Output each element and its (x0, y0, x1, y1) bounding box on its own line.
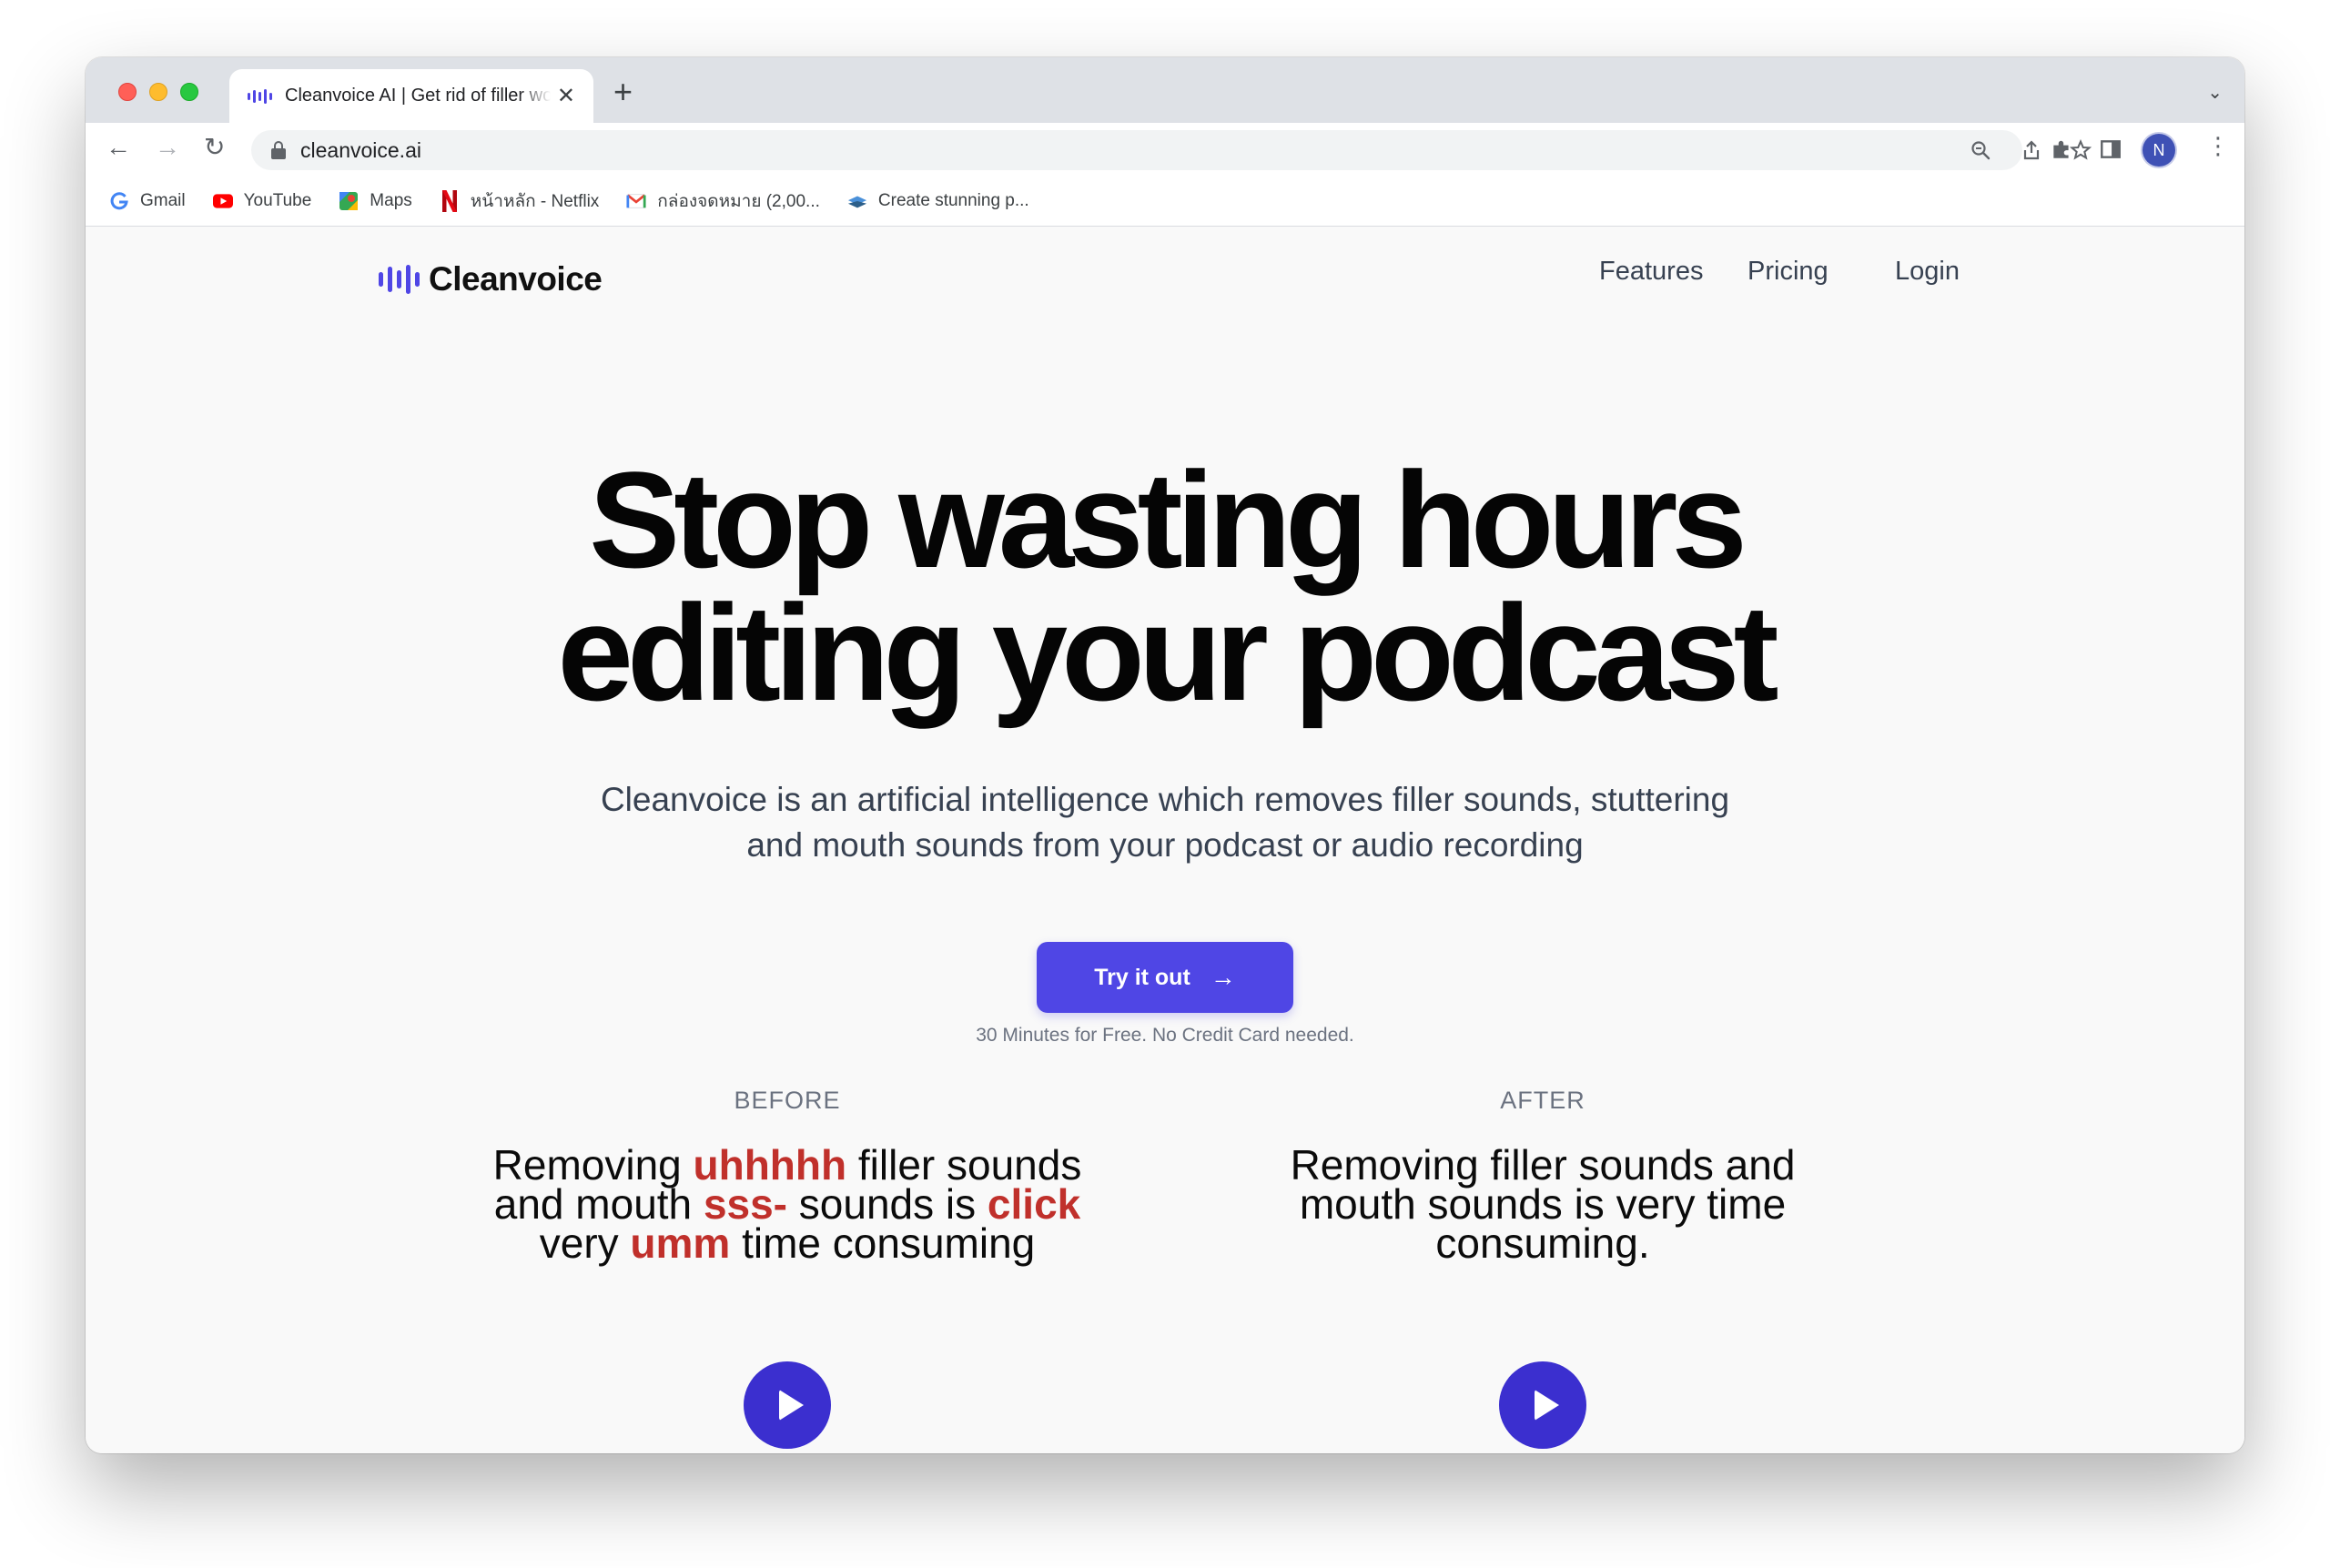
bookmark-gmail-inbox[interactable]: กล่องจดหมาย (2,00... (626, 187, 820, 215)
transcript-text: very (539, 1219, 631, 1267)
subtitle-line-2: and mouth sounds from your podcast or au… (746, 826, 1584, 864)
zoom-icon[interactable] (1970, 139, 1991, 165)
cta-label: Try it out (1094, 964, 1190, 990)
bookmark-label: Gmail (140, 190, 186, 210)
bookmark-gmail[interactable]: Gmail (109, 191, 186, 211)
filler-word: umm (630, 1219, 731, 1267)
tab-search-chevron-icon[interactable]: ⌄ (2207, 81, 2223, 104)
play-after-button[interactable] (1499, 1361, 1586, 1449)
tab-strip: Cleanvoice AI | Get rid of filler words … (86, 57, 2244, 123)
waveform-logo-icon (379, 265, 420, 294)
browser-toolbar: ← → ↻ cleanvoice.ai N ⋮ (86, 123, 2244, 176)
browser-tab-active[interactable]: Cleanvoice AI | Get rid of filler words … (229, 69, 593, 123)
share-icon[interactable] (2021, 139, 2042, 165)
minimize-window-button[interactable] (149, 83, 167, 101)
tab-close-icon[interactable]: ✕ (557, 85, 575, 107)
back-arrow-icon[interactable]: ← (106, 135, 131, 160)
transcript-text: consuming. (1435, 1219, 1650, 1267)
gmail-icon (626, 191, 646, 211)
extensions-puzzle-icon[interactable] (2050, 137, 2073, 166)
bookmarks-bar: Gmail YouTube Maps หน้าหลัก - Netflix กล… (86, 176, 2244, 227)
address-bar[interactable]: cleanvoice.ai (251, 130, 2092, 170)
nav-pricing[interactable]: Pricing (1748, 257, 1829, 287)
before-label: BEFORE (734, 1087, 841, 1114)
after-transcript: Removing filler sounds and mouth sounds … (1179, 1144, 1907, 1264)
url-text[interactable]: cleanvoice.ai (300, 138, 421, 163)
new-tab-button[interactable]: + (613, 76, 633, 108)
side-panel-icon[interactable] (2099, 137, 2122, 166)
browser-window: Cleanvoice AI | Get rid of filler words … (86, 57, 2244, 1453)
hero-headline: Stop wasting hours editing your podcast (86, 443, 2244, 729)
bookmark-netflix[interactable]: หน้าหลัก - Netflix (440, 187, 600, 215)
hero-line-2: editing your podcast (557, 576, 1778, 729)
layers-icon (847, 191, 867, 211)
google-icon (109, 191, 129, 211)
bookmark-label: Create stunning p... (877, 190, 1029, 210)
bookmark-youtube[interactable]: YouTube (212, 190, 312, 211)
before-transcript: Removing uhhhhh filler sounds and mouth … (423, 1144, 1151, 1264)
tab-title: Cleanvoice AI | Get rid of filler words (285, 86, 551, 106)
maps-icon (339, 191, 359, 211)
hero-subtitle: Cleanvoice is an artificial intelligence… (86, 777, 2244, 868)
bookmark-label: หน้าหลัก - Netflix (470, 191, 600, 211)
bookmark-label: YouTube (243, 190, 312, 210)
profile-avatar[interactable]: N (2143, 134, 2175, 167)
after-label: AFTER (1500, 1087, 1585, 1114)
lock-icon[interactable] (271, 141, 286, 159)
nav-login[interactable]: Login (1895, 257, 1960, 287)
play-icon (778, 1390, 804, 1421)
hero-line-1: Stop wasting hours (589, 443, 1748, 596)
netflix-icon (440, 189, 460, 212)
try-it-out-button[interactable]: Try it out → (1037, 942, 1293, 1013)
nav-features[interactable]: Features (1599, 257, 1703, 287)
play-before-button[interactable] (744, 1361, 831, 1449)
reload-icon[interactable]: ↻ (204, 135, 225, 160)
transcript-text: time consuming (730, 1219, 1036, 1267)
cleanvoice-favicon-icon (248, 88, 272, 104)
maximize-window-button[interactable] (180, 83, 198, 101)
logo-text: Cleanvoice (429, 260, 603, 298)
youtube-icon (212, 191, 233, 211)
close-window-button[interactable] (118, 83, 137, 101)
forward-arrow-icon[interactable]: → (155, 135, 180, 160)
arrow-right-icon: → (1210, 963, 1236, 991)
site-logo[interactable]: Cleanvoice (379, 260, 603, 298)
kebab-menu-icon[interactable]: ⋮ (2206, 134, 2230, 157)
webpage: Cleanvoice Features Pricing Login Stop w… (86, 228, 2244, 1453)
before-sample: BEFORE Removing uhhhhh filler sounds and… (423, 1087, 1151, 1264)
cta-note: 30 Minutes for Free. No Credit Card need… (976, 1025, 1354, 1046)
subtitle-line-1: Cleanvoice is an artificial intelligence… (600, 781, 1730, 818)
bookmark-create[interactable]: Create stunning p... (847, 191, 1029, 211)
after-sample: AFTER Removing filler sounds and mouth s… (1179, 1087, 1907, 1264)
bookmark-label: Maps (370, 190, 412, 210)
bookmark-label: กล่องจดหมาย (2,00... (657, 191, 820, 211)
play-icon (1534, 1390, 1559, 1421)
bookmark-maps[interactable]: Maps (339, 190, 412, 211)
